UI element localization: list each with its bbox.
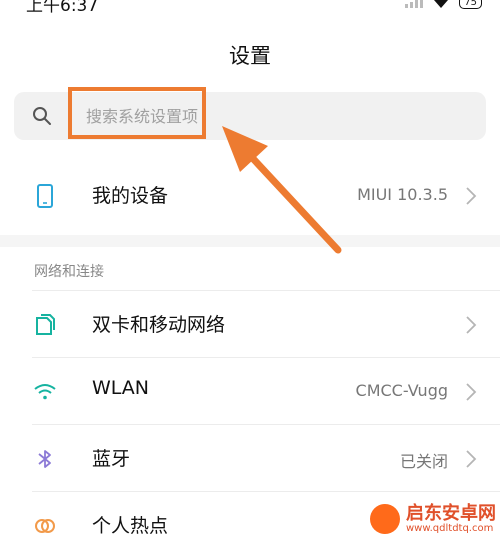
wlan-label: WLAN [92,377,150,399]
status-icons: 75 [405,0,482,9]
bluetooth-icon [38,450,51,468]
watermark-logo-icon [370,504,400,534]
hotspot-label: 个人热点 [92,515,169,537]
my-device-label: 我的设备 [92,185,169,207]
dual-sim-row[interactable]: 双卡和移动网络 [0,292,500,358]
watermark: 启东安卓网 www.qdltdtq.com [370,504,496,534]
watermark-title: 启东安卓网 [406,503,496,524]
chevron-right-icon [466,187,477,205]
bluetooth-row[interactable]: 蓝牙 已关闭 [0,426,500,492]
divider [32,424,500,425]
wlan-value: CMCC-Vugg [355,381,448,400]
wifi-icon [34,384,56,400]
section-separator [0,235,500,247]
my-device-value: MIUI 10.3.5 [357,185,448,204]
search-icon [33,107,51,125]
wlan-row[interactable]: WLAN CMCC-Vugg [0,359,500,425]
sim-card-icon [36,314,55,335]
annotation-highlight-box [68,87,206,139]
battery-indicator: 75 [459,0,482,9]
divider [32,290,500,291]
bluetooth-label: 蓝牙 [92,448,131,470]
chevron-right-icon [466,450,477,468]
section-title-network: 网络和连接 [34,264,104,280]
phone-icon [37,184,53,208]
wifi-status-icon [434,0,448,8]
hotspot-icon [35,519,55,533]
page-title: 设置 [229,44,271,68]
status-time: 上午6:37 [26,0,99,16]
chevron-right-icon [466,316,477,334]
bluetooth-value: 已关闭 [399,452,448,471]
my-device-row[interactable]: 我的设备 MIUI 10.3.5 [0,163,500,229]
signal-icon [405,0,424,8]
status-bar: 上午6:37 75 [0,0,500,16]
dual-sim-label: 双卡和移动网络 [92,314,226,336]
chevron-right-icon [466,383,477,401]
divider [32,357,500,358]
divider [32,491,500,492]
watermark-url: www.qdltdtq.com [406,523,494,534]
